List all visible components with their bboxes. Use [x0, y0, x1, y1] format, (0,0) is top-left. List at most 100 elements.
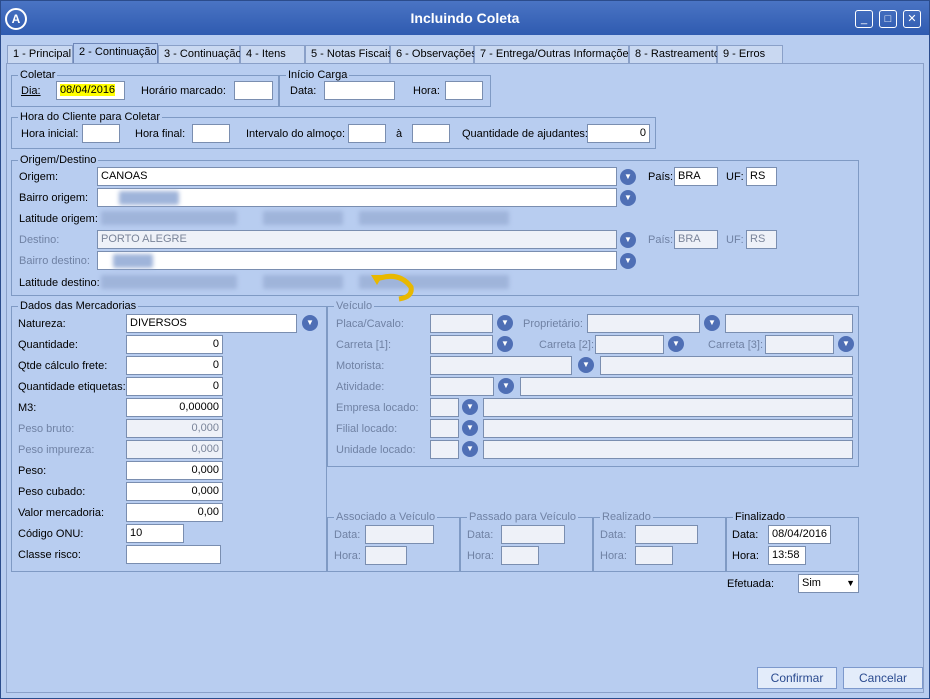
origem-field[interactable]: CANOAS — [97, 167, 617, 186]
codigo-onu-field[interactable]: 10 — [126, 524, 184, 543]
carreta2-field[interactable] — [595, 335, 664, 354]
quantidade-field[interactable]: 0 — [126, 335, 223, 354]
carreta1-dropdown-button[interactable]: ▼ — [497, 336, 513, 352]
qtde-frete-field[interactable]: 0 — [126, 356, 223, 375]
tab-continuacao-2[interactable]: 2 - Continuação — [73, 43, 158, 65]
passado-data-field[interactable] — [501, 525, 565, 544]
natureza-dropdown-button[interactable]: ▼ — [302, 315, 318, 331]
passado-hora-field[interactable] — [501, 546, 539, 565]
peso-bruto-field[interactable]: 0,000 — [126, 419, 223, 438]
maximize-button[interactable]: □ — [879, 10, 897, 28]
uf-destino-field[interactable]: RS — [746, 230, 777, 249]
peso-cubado-field[interactable]: 0,000 — [126, 482, 223, 501]
tab-principal[interactable]: 1 - Principal — [7, 45, 73, 64]
atividade-descricao-field[interactable] — [520, 377, 853, 396]
tab-erros[interactable]: 9 - Erros — [717, 45, 783, 64]
natureza-label: Natureza: — [18, 318, 66, 330]
filial-locado-nome-field[interactable] — [483, 419, 853, 438]
realizado-hora-field[interactable] — [635, 546, 673, 565]
inicio-data-label: Data: — [290, 85, 317, 97]
hora-final-field[interactable] — [192, 124, 230, 143]
inicio-data-field[interactable] — [324, 81, 395, 100]
empresa-locado-nome-field[interactable] — [483, 398, 853, 417]
efetuada-select[interactable]: Sim ▼ — [798, 574, 859, 593]
bairro-destino-dropdown-button[interactable]: ▼ — [620, 253, 636, 269]
peso-field[interactable]: 0,000 — [126, 461, 223, 480]
dropdown-arrow-icon: ▼ — [846, 578, 855, 588]
m3-field[interactable]: 0,00000 — [126, 398, 223, 417]
destino-label: Destino: — [19, 234, 60, 246]
hora-inicial-field[interactable] — [82, 124, 120, 143]
proprietario-dropdown-button[interactable]: ▼ — [704, 315, 720, 331]
tab-observacoes[interactable]: 6 - Observações — [390, 45, 477, 64]
uf-origem-label: UF: — [726, 171, 744, 183]
coletar-legend: Coletar — [18, 69, 58, 81]
motorista-nome-field[interactable] — [600, 356, 853, 375]
carreta3-field[interactable] — [765, 335, 834, 354]
proprietario-nome-field[interactable] — [725, 314, 853, 333]
unidade-locado-nome-field[interactable] — [483, 440, 853, 459]
dia-label: Dia: — [21, 85, 41, 97]
minimize-button[interactable]: _ — [855, 10, 873, 28]
unidade-locado-field[interactable] — [430, 440, 459, 459]
pais-origem-field[interactable]: BRA — [674, 167, 718, 186]
natureza-field[interactable]: DIVERSOS — [126, 314, 297, 333]
inicio-hora-field[interactable] — [445, 81, 483, 100]
tab-rastreamento[interactable]: 8 - Rastreamento — [629, 45, 720, 64]
tab-notas-fiscais[interactable]: 5 - Notas Fiscais — [305, 45, 393, 64]
carreta3-dropdown-button[interactable]: ▼ — [838, 336, 854, 352]
realizado-data-field[interactable] — [635, 525, 698, 544]
qtde-etiquetas-field[interactable]: 0 — [126, 377, 223, 396]
tab-itens[interactable]: 4 - Itens — [240, 45, 305, 64]
unidade-locado-dropdown-button[interactable]: ▼ — [462, 441, 478, 457]
dia-field[interactable]: 08/04/2016 — [56, 81, 125, 100]
classe-risco-field[interactable] — [126, 545, 221, 564]
confirmar-button[interactable]: Confirmar — [757, 667, 837, 689]
empresa-locado-field[interactable] — [430, 398, 459, 417]
placa-dropdown-button[interactable]: ▼ — [497, 315, 513, 331]
filial-locado-dropdown-button[interactable]: ▼ — [462, 420, 478, 436]
atividade-label: Atividade: — [336, 381, 385, 393]
proprietario-field[interactable] — [587, 314, 700, 333]
motorista-dropdown-button[interactable]: ▼ — [578, 357, 594, 373]
tab-entrega[interactable]: 7 - Entrega/Outras Informações — [474, 45, 634, 64]
passado-hora-label: Hora: — [467, 550, 494, 562]
intervalo-fim-field[interactable] — [412, 124, 450, 143]
intervalo-inicio-field[interactable] — [348, 124, 386, 143]
cancelar-button[interactable]: Cancelar — [843, 667, 923, 689]
bairro-destino-label: Bairro destino: — [19, 255, 90, 267]
atividade-field[interactable] — [430, 377, 494, 396]
placa-label: Placa/Cavalo: — [336, 318, 404, 330]
bairro-destino-field[interactable] — [97, 251, 617, 270]
window: A Incluindo Coleta _ □ ✕ 1 - Principal 2… — [0, 0, 930, 699]
bairro-origem-redacted — [119, 191, 179, 205]
filial-locado-field[interactable] — [430, 419, 459, 438]
horario-marcado-label: Horário marcado: — [141, 85, 226, 97]
valor-mercadoria-field[interactable]: 0,00 — [126, 503, 223, 522]
origem-dropdown-button[interactable]: ▼ — [620, 169, 636, 185]
empresa-locado-dropdown-button[interactable]: ▼ — [462, 399, 478, 415]
bairro-destino-redacted — [113, 254, 153, 268]
tab-continuacao-3[interactable]: 3 - Continuação — [158, 45, 242, 64]
realizado-hora-label: Hora: — [600, 550, 627, 562]
empresa-locado-label: Empresa locado: — [336, 402, 419, 414]
finalizado-data-label: Data: — [732, 529, 759, 541]
placa-field[interactable] — [430, 314, 493, 333]
destino-field[interactable]: PORTO ALEGRE — [97, 230, 617, 249]
finalizado-data-field[interactable]: 08/04/2016 — [768, 525, 831, 544]
pais-destino-field[interactable]: BRA — [674, 230, 718, 249]
peso-impureza-field[interactable]: 0,000 — [126, 440, 223, 459]
finalizado-hora-field[interactable]: 13:58 — [768, 546, 806, 565]
uf-origem-field[interactable]: RS — [746, 167, 777, 186]
horario-marcado-field[interactable] — [234, 81, 273, 100]
ajudantes-field[interactable]: 0 — [587, 124, 650, 143]
carreta1-field[interactable] — [430, 335, 493, 354]
motorista-field[interactable] — [430, 356, 572, 375]
atividade-dropdown-button[interactable]: ▼ — [498, 378, 514, 394]
close-button[interactable]: ✕ — [903, 10, 921, 28]
associado-hora-field[interactable] — [365, 546, 407, 565]
bairro-origem-dropdown-button[interactable]: ▼ — [620, 190, 636, 206]
destino-dropdown-button[interactable]: ▼ — [620, 232, 636, 248]
carreta2-dropdown-button[interactable]: ▼ — [668, 336, 684, 352]
associado-data-field[interactable] — [365, 525, 434, 544]
